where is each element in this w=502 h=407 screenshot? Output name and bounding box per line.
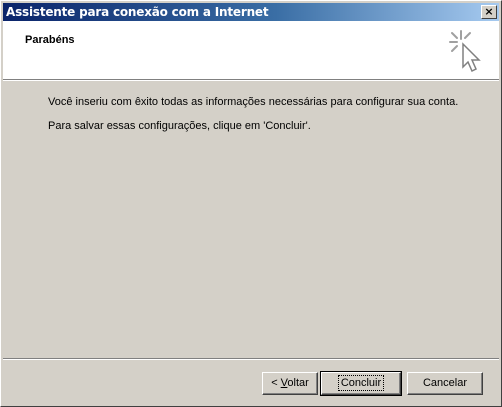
success-message: Você inseriu com êxito todas as informaç… bbox=[48, 96, 459, 108]
cancel-button[interactable]: Cancelar bbox=[407, 372, 483, 395]
title-bar[interactable]: Assistente para conexão com a Internet × bbox=[3, 3, 499, 21]
close-button[interactable]: × bbox=[481, 5, 497, 19]
window-title: Assistente para conexão com a Internet bbox=[6, 5, 269, 19]
finish-label: Concluir bbox=[337, 375, 385, 391]
back-button[interactable]: < Voltar bbox=[262, 372, 318, 395]
wizard-header: Parabéns bbox=[3, 21, 499, 79]
wizard-window: Assistente para conexão com a Internet ×… bbox=[0, 0, 502, 407]
instruction-message: Para salvar essas configurações, clique … bbox=[48, 120, 311, 132]
close-icon: × bbox=[484, 5, 494, 18]
wizard-sparkle-cursor-icon bbox=[449, 30, 481, 73]
page-title: Parabéns bbox=[25, 34, 75, 46]
finish-button[interactable]: Concluir bbox=[320, 371, 402, 396]
